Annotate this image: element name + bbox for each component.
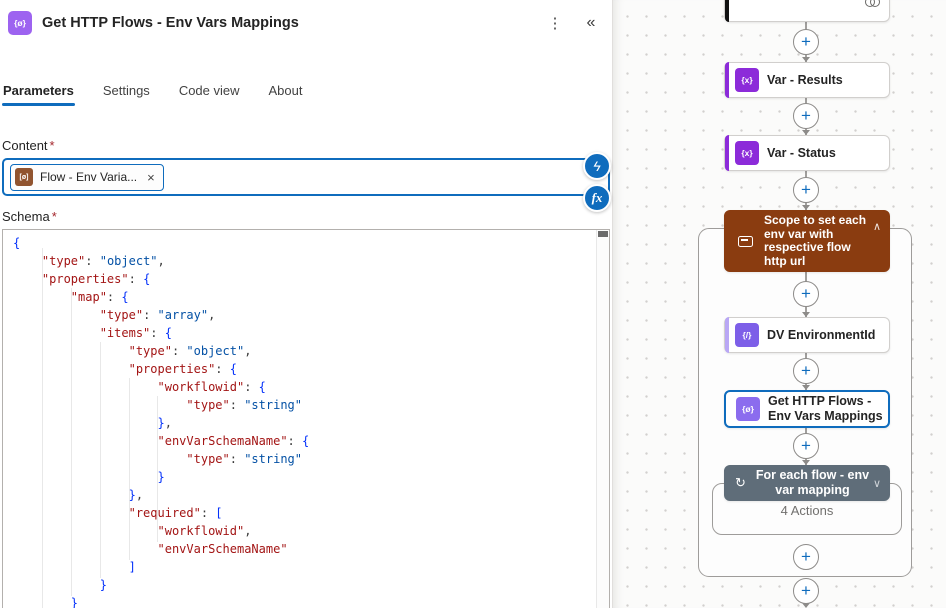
node-label: DV EnvironmentId (767, 328, 879, 343)
required-mark: * (52, 209, 57, 224)
variable-icon: {x} (735, 68, 759, 92)
dynamic-content-button[interactable]: ϟ (583, 152, 611, 180)
code-line: } (13, 594, 609, 608)
accent-bar (725, 317, 729, 353)
panel-header: {ø} Get HTTP Flows - Env Vars Mappings ⋮… (0, 0, 612, 36)
schema-editor-code[interactable]: { "type": "object", "properties": { "map… (3, 230, 609, 608)
code-line: "type": "string" (13, 450, 609, 468)
node-var-status[interactable]: {x} Var - Status (724, 135, 890, 171)
content-input[interactable]: [ø] Flow - Env Varia... × ϟ fx (2, 158, 610, 196)
code-line: "type": "object", (13, 342, 609, 360)
insert-action-button[interactable]: + (793, 358, 819, 384)
connector: + (793, 577, 819, 608)
code-line: ] (13, 558, 609, 576)
expression-fx-button[interactable]: fx (583, 184, 611, 212)
code-line: { (13, 234, 609, 252)
node-label: Get HTTP Flows - Env Vars Mappings (768, 394, 888, 424)
link-icon (865, 0, 879, 6)
code-line: }, (13, 414, 609, 432)
loop-icon: ↻ (735, 475, 746, 491)
more-options-icon[interactable]: ⋮ (542, 10, 568, 36)
trigger-card[interactable] (724, 0, 890, 22)
action-details-panel: {ø} Get HTTP Flows - Env Vars Mappings ⋮… (0, 0, 613, 608)
code-line: "type": "object", (13, 252, 609, 270)
content-field-label: Content* (2, 138, 610, 153)
insert-action-button[interactable]: + (793, 103, 819, 129)
connector: + (793, 98, 819, 135)
code-line: } (13, 576, 609, 594)
connector: + (793, 22, 819, 62)
insert-action-button[interactable]: + (793, 29, 819, 55)
code-line: "type": "string" (13, 396, 609, 414)
connector: + (793, 353, 819, 390)
dynamic-content-token[interactable]: [ø] Flow - Env Varia... × (10, 164, 164, 191)
connector: + (793, 428, 819, 465)
power-automate-designer: {ø} Get HTTP Flows - Env Vars Mappings ⋮… (0, 0, 946, 608)
editor-scrollbar[interactable] (596, 230, 609, 608)
node-get-http-flows-selected[interactable]: {ø} Get HTTP Flows - Env Vars Mappings (724, 390, 890, 428)
connector: + (793, 272, 819, 317)
tab-code-view[interactable]: Code view (178, 77, 241, 106)
tab-parameters[interactable]: Parameters (2, 77, 75, 106)
node-label: Var - Status (767, 146, 840, 161)
code-line: } (13, 468, 609, 486)
node-label: For each flow - env var mapping (748, 468, 889, 498)
connector: + (793, 171, 819, 210)
connector: + (793, 544, 819, 570)
insert-action-button[interactable]: + (793, 433, 819, 459)
flow-output-token-icon: [ø] (15, 168, 33, 186)
node-scope[interactable]: Scope to set each env var with respectiv… (724, 210, 890, 272)
code-line: "properties": { (13, 270, 609, 288)
flow-canvas[interactable]: {x} Var - Results {x} Var - Status Scope… (613, 0, 946, 608)
schema-field-label: Schema* (2, 209, 610, 224)
insert-action-button[interactable]: + (793, 177, 819, 203)
trigger-accent-bar (725, 0, 729, 22)
remove-token-icon[interactable]: × (147, 170, 155, 185)
collapse-panel-icon[interactable]: « (578, 10, 604, 36)
code-line: "workflowid", (13, 522, 609, 540)
lightning-icon: ϟ (593, 158, 600, 174)
expression-buttons: ϟ fx (583, 152, 611, 212)
code-line: "items": { (13, 324, 609, 342)
code-line: "workflowid": { (13, 378, 609, 396)
scope-icon (738, 236, 753, 247)
variable-icon: {x} (735, 141, 759, 165)
code-line: "required": [ (13, 504, 609, 522)
insert-action-button[interactable]: + (793, 544, 819, 570)
parse-json-action-icon: {ø} (8, 11, 32, 35)
panel-title: Get HTTP Flows - Env Vars Mappings (42, 15, 532, 31)
code-line: "type": "array", (13, 306, 609, 324)
parse-json-action-icon: {ø} (736, 397, 760, 421)
node-label: Scope to set each env var with respectiv… (764, 214, 872, 268)
token-label: Flow - Env Varia... (40, 170, 137, 184)
chevron-down-icon[interactable]: ∨ (873, 477, 881, 490)
accent-bar (725, 62, 729, 98)
foreach-actions-count: 4 Actions (724, 503, 890, 518)
arrowhead-icon (802, 603, 810, 608)
fx-icon: fx (592, 190, 603, 206)
editor-scrollbar-thumb[interactable] (598, 231, 608, 237)
compose-icon: {/} (735, 323, 759, 347)
code-line: "envVarSchemaName": { (13, 432, 609, 450)
node-dv-environmentid[interactable]: {/} DV EnvironmentId (724, 317, 890, 353)
node-label: Var - Results (767, 73, 847, 88)
code-line: }, (13, 486, 609, 504)
schema-editor[interactable]: { "type": "object", "properties": { "map… (2, 229, 610, 608)
code-line: "envVarSchemaName" (13, 540, 609, 558)
node-var-results[interactable]: {x} Var - Results (724, 62, 890, 98)
node-for-each[interactable]: ↻ For each flow - env var mapping ∨ (724, 465, 890, 501)
chevron-up-icon[interactable]: ∧ (873, 220, 881, 233)
insert-action-button[interactable]: + (793, 281, 819, 307)
code-line: "map": { (13, 288, 609, 306)
code-line: "properties": { (13, 360, 609, 378)
tab-settings[interactable]: Settings (102, 77, 151, 106)
tab-about[interactable]: About (268, 77, 304, 106)
panel-tabs: Parameters Settings Code view About (0, 77, 612, 106)
accent-bar (725, 135, 729, 171)
required-mark: * (50, 138, 55, 153)
insert-action-button[interactable]: + (793, 578, 819, 604)
